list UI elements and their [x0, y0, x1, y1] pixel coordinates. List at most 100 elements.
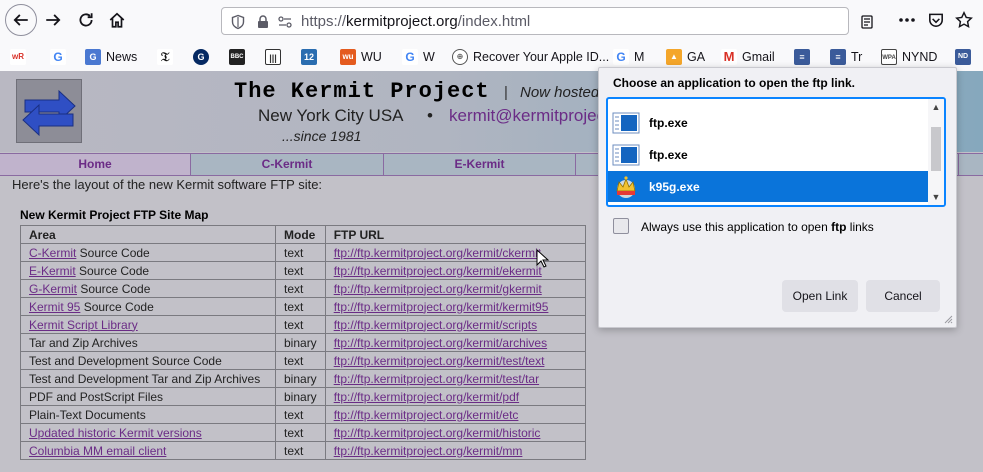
- table-header-row: Area Mode FTP URL: [20, 225, 586, 244]
- area-cell: E-Kermit Source Code: [20, 261, 276, 280]
- bookmark-item[interactable]: 12: [301, 48, 322, 66]
- list-item[interactable]: ftp.exe: [608, 107, 929, 138]
- ftp-app-icon: [612, 144, 640, 165]
- list-item[interactable]: ftp.exe: [608, 139, 929, 170]
- lock-icon[interactable]: [255, 14, 271, 30]
- area-link[interactable]: C-Kermit: [29, 246, 76, 260]
- scroll-up-icon[interactable]: ▲: [930, 101, 942, 113]
- channel-12-favicon-icon: 12: [301, 49, 317, 65]
- table-row: Kermit 95 Source Code text ftp://ftp.kermi…: [20, 297, 586, 316]
- shield-icon[interactable]: [230, 14, 246, 30]
- bookmark-item[interactable]: |||: [265, 48, 286, 66]
- always-use-checkbox[interactable]: [613, 218, 629, 234]
- ftp-url-link[interactable]: ftp://ftp.kermitproject.org/kermit/test/…: [334, 354, 545, 368]
- more-menu-button[interactable]: [896, 9, 918, 31]
- forward-button[interactable]: [37, 4, 69, 36]
- area-link[interactable]: Columbia MM email client: [29, 444, 166, 458]
- guardian-favicon-icon: G: [193, 49, 209, 65]
- bookmark-item[interactable]: G: [193, 48, 214, 66]
- bookmark-label: M: [634, 50, 645, 64]
- bookmark-item[interactable]: ≡: [794, 48, 815, 66]
- tab-e-kermit[interactable]: E-Kermit: [384, 154, 576, 175]
- reader-view-icon[interactable]: [859, 14, 875, 30]
- map-title: New Kermit Project FTP Site Map: [20, 208, 209, 222]
- area-link[interactable]: E-Kermit: [29, 264, 76, 278]
- email-link[interactable]: kermit@kermitprojec: [449, 106, 605, 126]
- pocket-button[interactable]: [925, 9, 947, 31]
- area-link[interactable]: Updated historic Kermit versions: [29, 426, 202, 440]
- bookmark-item[interactable]: wu WU: [340, 48, 382, 66]
- scroll-down-icon[interactable]: ▼: [930, 191, 942, 203]
- kermit-arrows-logo-icon[interactable]: [16, 79, 82, 143]
- ftp-url-link[interactable]: ftp://ftp.kermitproject.org/kermit/ckerm…: [334, 246, 541, 260]
- bookmark-item[interactable]: G: [50, 48, 71, 66]
- bookmark-star-icon: [955, 11, 973, 29]
- bookmark-item[interactable]: GW: [402, 48, 435, 66]
- tab-c-kermit[interactable]: C-Kermit: [191, 154, 384, 175]
- column-header: Mode: [275, 225, 326, 244]
- bookmark-item[interactable]: ≡ Tr: [830, 48, 862, 66]
- resize-grip-icon[interactable]: [944, 315, 953, 324]
- bookmark-item[interactable]: ⊕ Recover Your Apple ID...: [452, 48, 609, 66]
- bookmark-item[interactable]: BBC: [229, 48, 250, 66]
- always-use-label[interactable]: Always use this application to open ftp …: [641, 220, 874, 234]
- bookmark-item[interactable]: wR: [10, 48, 31, 66]
- scroll-thumb[interactable]: [931, 127, 941, 171]
- pocket-icon: [929, 13, 943, 27]
- bookmark-item[interactable]: WPA NYND: [881, 48, 937, 66]
- area-text: Plain-Text Documents: [29, 407, 146, 422]
- back-button[interactable]: [5, 4, 37, 36]
- home-button[interactable]: [101, 4, 133, 36]
- mode-cell: text: [275, 297, 326, 316]
- url-cell: ftp://ftp.kermitproject.org/kermit/histo…: [324, 423, 586, 442]
- area-text: Tar and Zip Archives: [29, 335, 138, 350]
- ftp-url-link[interactable]: ftp://ftp.kermitproject.org/kermit/etc: [334, 408, 519, 422]
- ftp-url-link[interactable]: ftp://ftp.kermitproject.org/kermit/scrip…: [334, 318, 537, 332]
- area-link[interactable]: Kermit 95: [29, 300, 80, 314]
- ga-favicon-icon: ▲: [666, 49, 682, 65]
- title-separator: |: [504, 84, 508, 101]
- mouse-cursor-icon: [536, 249, 550, 268]
- ftp-url-link[interactable]: ftp://ftp.kermitproject.org/kermit/test/…: [334, 372, 539, 386]
- mode-cell: text: [275, 315, 326, 334]
- reload-button[interactable]: [70, 4, 102, 36]
- gmail-favicon-icon: M: [721, 49, 737, 65]
- bookmark-item[interactable]: 𝔗: [157, 48, 178, 66]
- area-cell: G-Kermit Source Code: [20, 279, 276, 298]
- url-cell: ftp://ftp.kermitproject.org/kermit/etc: [324, 405, 586, 424]
- ftp-url-link[interactable]: ftp://ftp.kermitproject.org/kermit/kermi…: [334, 300, 549, 314]
- mode-cell: text: [275, 423, 326, 442]
- mode-cell: binary: [275, 333, 326, 352]
- bookmark-item[interactable]: ▲ GA: [666, 48, 705, 66]
- permissions-icon[interactable]: [277, 14, 293, 30]
- list-item-selected[interactable]: k95g.exe: [608, 171, 929, 202]
- url-text[interactable]: https://kermitproject.org/index.html: [301, 13, 530, 30]
- bookmark-star-button[interactable]: [953, 9, 975, 31]
- bookmark-item[interactable]: G News: [85, 48, 137, 66]
- bookmark-item[interactable]: GM: [613, 48, 644, 66]
- area-link[interactable]: G-Kermit: [29, 282, 77, 296]
- area-cell: Updated historic Kermit versions: [20, 423, 276, 442]
- tr-favicon-icon: ≡: [830, 49, 846, 65]
- ftp-app-icon: [612, 112, 640, 133]
- tab-home[interactable]: Home: [0, 154, 191, 175]
- url-bar[interactable]: https://kermitproject.org/index.html: [221, 7, 873, 35]
- ftp-url-link[interactable]: ftp://ftp.kermitproject.org/kermit/ekerm…: [334, 264, 542, 278]
- area-link[interactable]: Kermit Script Library: [29, 318, 138, 332]
- nd-favicon-icon: ND: [955, 49, 971, 65]
- area-text: PDF and PostScript Files: [29, 389, 164, 404]
- cancel-button[interactable]: Cancel: [866, 280, 940, 312]
- app-name: ftp.exe: [649, 147, 688, 162]
- open-link-button[interactable]: Open Link: [782, 280, 858, 312]
- ftp-url-link[interactable]: ftp://ftp.kermitproject.org/kermit/pdf: [334, 390, 519, 404]
- globe-favicon-icon: ⊕: [452, 49, 468, 65]
- bookmark-item[interactable]: ND: [955, 48, 976, 66]
- ftp-url-link[interactable]: ftp://ftp.kermitproject.org/kermit/histo…: [334, 426, 541, 440]
- ftp-url-link[interactable]: ftp://ftp.kermitproject.org/kermit/archi…: [334, 336, 547, 350]
- ftp-url-link[interactable]: ftp://ftp.kermitproject.org/kermit/gkerm…: [334, 282, 542, 296]
- bookmark-item[interactable]: M Gmail: [721, 48, 775, 66]
- application-list[interactable]: ftp.exe ftp.exe k95g.exe ▲ ▼: [606, 97, 946, 207]
- list-scrollbar[interactable]: ▲ ▼: [928, 99, 944, 205]
- area-text: Test and Development Source Code: [29, 353, 222, 368]
- ftp-url-link[interactable]: ftp://ftp.kermitproject.org/kermit/mm: [334, 444, 523, 458]
